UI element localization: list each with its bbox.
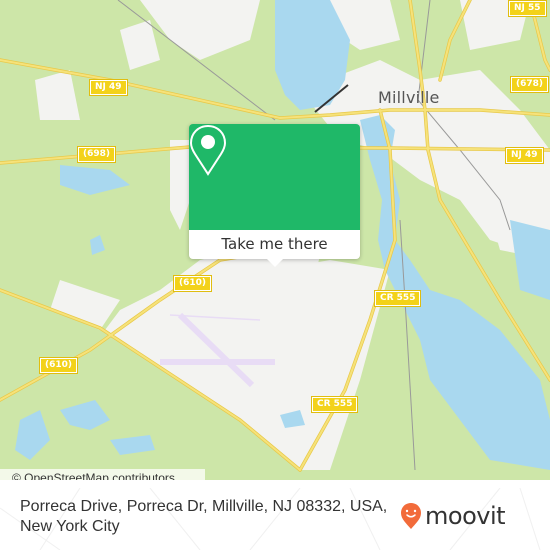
address-text: Porreca Drive, Porreca Dr, Millville, NJ… bbox=[20, 498, 388, 535]
road-shield-cr555-north: CR 555 bbox=[373, 290, 422, 307]
footer: Porreca Drive, Porreca Dr, Millville, NJ… bbox=[0, 488, 550, 550]
road-shield-cr698: (698) bbox=[76, 146, 117, 163]
road-shield-cr610-south: (610) bbox=[38, 357, 79, 374]
popup-pointer bbox=[267, 259, 283, 267]
moovit-logo[interactable]: moovit bbox=[400, 501, 506, 531]
city-label-millville: Millville bbox=[378, 88, 440, 107]
map-attribution[interactable]: © OpenStreetMap contributors bbox=[0, 469, 205, 480]
road-shield-cr678: (678) bbox=[509, 76, 550, 93]
road-shield-nj49-west: NJ 49 bbox=[89, 79, 128, 96]
road-shield-nj55: NJ 55 bbox=[508, 0, 547, 17]
map-view[interactable]: NJ 49 (698) NJ 55 (678) NJ 49 (610) (610… bbox=[0, 0, 550, 480]
road-shield-cr610-north: (610) bbox=[172, 275, 213, 292]
popup-header bbox=[189, 124, 360, 230]
road-shield-cr555-south: CR 555 bbox=[310, 396, 359, 413]
location-pin-icon bbox=[189, 124, 227, 176]
moovit-pin-smile-icon bbox=[401, 503, 421, 529]
road-shield-nj49-east: NJ 49 bbox=[505, 147, 544, 164]
destination-popup: Take me there bbox=[189, 124, 360, 267]
take-me-there-button[interactable]: Take me there bbox=[189, 230, 360, 259]
moovit-wordmark: moovit bbox=[425, 502, 506, 530]
